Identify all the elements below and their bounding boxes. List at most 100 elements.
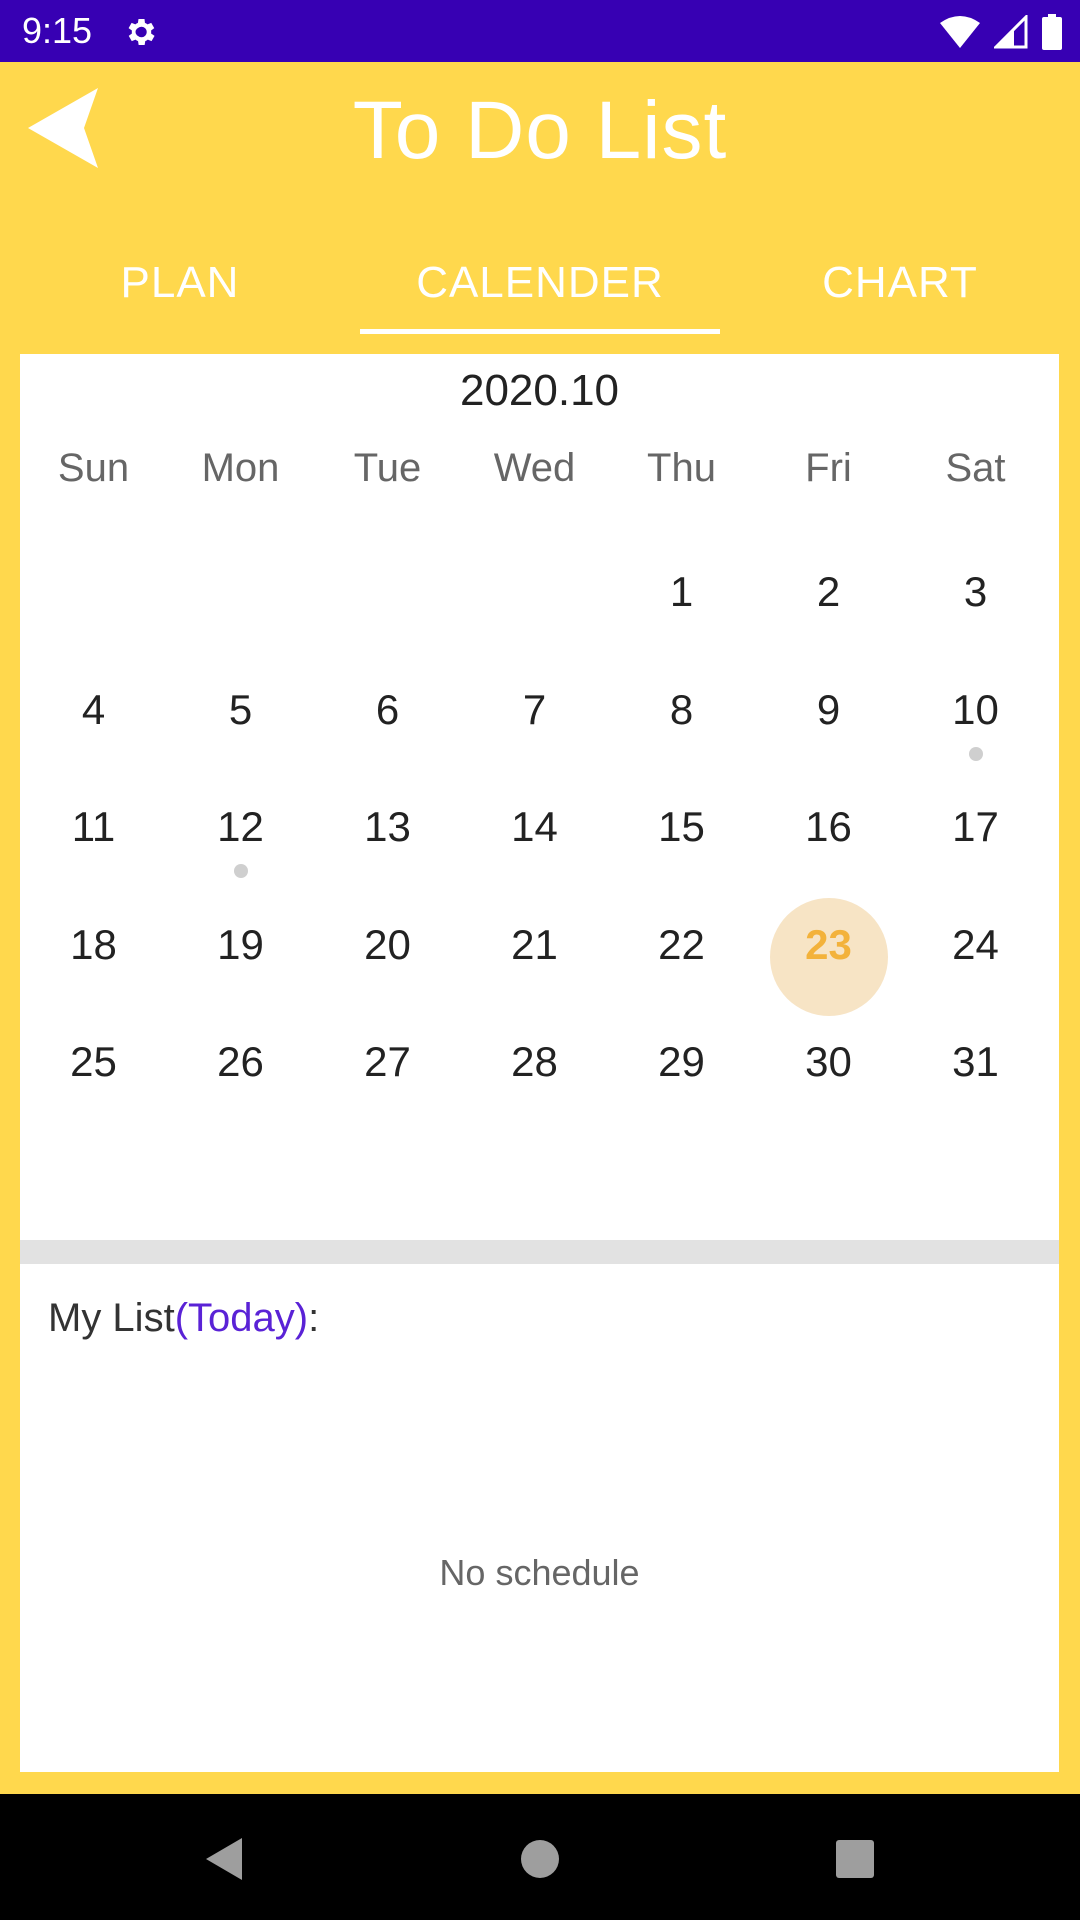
calendar-day-6[interactable]: 6 (314, 652, 461, 770)
tab-chart[interactable]: CHART (720, 238, 1080, 354)
calendar-day-17[interactable]: 17 (902, 769, 1049, 887)
tab-label: CHART (822, 258, 978, 307)
calendar-day-19[interactable]: 19 (167, 887, 314, 1005)
calendar-day-7[interactable]: 7 (461, 652, 608, 770)
calendar-empty-cell (461, 534, 608, 652)
tab-calender[interactable]: CALENDER (360, 238, 720, 354)
calendar-day-28[interactable]: 28 (461, 1004, 608, 1122)
calendar-day-4[interactable]: 4 (20, 652, 167, 770)
calendar-day-number: 6 (375, 685, 400, 733)
weekday-header: Sun Mon Tue Wed Thu Fri Sat (20, 446, 1059, 506)
calendar-day-20[interactable]: 20 (314, 887, 461, 1005)
calendar-day-number: 2 (816, 568, 841, 615)
my-list-today-label: Today (188, 1296, 295, 1340)
calendar-day-27[interactable]: 27 (314, 1004, 461, 1122)
calendar-day-number: 1 (669, 568, 694, 615)
calendar-empty-cell (167, 534, 314, 652)
month-title: 2020.10 (459, 366, 620, 415)
calendar-day-16[interactable]: 16 (755, 769, 902, 887)
back-triangle-icon[interactable] (200, 1834, 250, 1884)
calendar-day-1[interactable]: 1 (608, 534, 755, 652)
my-list-card: My List(Today): No schedule (20, 1264, 1059, 1772)
calendar-day-30[interactable]: 30 (755, 1004, 902, 1122)
calendar-day-number: 26 (217, 1038, 264, 1085)
tab-bar: PLAN CALENDER CHART (0, 238, 1080, 354)
status-bar: 9:15 (0, 0, 1080, 62)
calendar-day-23[interactable]: 23 (755, 887, 902, 1016)
calendar-week-row: 25 26 27 28 29 30 31 (20, 1004, 1059, 1122)
calendar-day-21[interactable]: 21 (461, 887, 608, 1005)
calendar-day-9[interactable]: 9 (755, 652, 902, 770)
calendar-day-31[interactable]: 31 (902, 1004, 1049, 1122)
gear-icon (122, 14, 158, 50)
signal-icon (994, 15, 1028, 49)
calendar-day-12[interactable]: 12 (167, 769, 314, 887)
calendar-day-15[interactable]: 15 (608, 769, 755, 887)
calendar-day-number: 21 (511, 920, 558, 968)
app-bar: To Do List PLAN CALENDER CHART (0, 62, 1080, 352)
my-list-close-paren-first: ) (294, 1296, 309, 1340)
calendar-day-number: 15 (658, 803, 705, 850)
calendar-day-18[interactable]: 18 (20, 887, 167, 1005)
my-list-label: My List (48, 1296, 175, 1340)
weekday-label: Sat (945, 446, 1006, 490)
calendar-day-5[interactable]: 5 (167, 652, 314, 770)
calendar-day-8[interactable]: 8 (608, 652, 755, 770)
calendar-day-11[interactable]: 11 (20, 769, 167, 887)
my-list-close: : (308, 1296, 320, 1340)
calendar-week-row: 4 5 6 7 8 9 10 (20, 652, 1059, 770)
calendar-day-number: 5 (228, 685, 253, 733)
calendar-week-row: 11 12 13 14 15 16 17 (20, 769, 1059, 887)
calendar-day-number: 11 (71, 803, 116, 850)
event-dot-indicator (233, 864, 248, 878)
calendar-day-22[interactable]: 22 (608, 887, 755, 1005)
weekday-label: Mon (201, 446, 280, 490)
recents-square-icon[interactable] (830, 1834, 880, 1884)
calendar-day-3[interactable]: 3 (902, 534, 1049, 652)
calendar-day-number: 13 (364, 803, 411, 850)
weekday-label: Tue (353, 446, 422, 490)
weekday-label: Thu (647, 446, 716, 490)
tab-active-indicator (360, 329, 720, 334)
divider (20, 1240, 1059, 1264)
calendar-day-number: 23 (805, 920, 852, 968)
calendar-day-number: 27 (364, 1038, 411, 1085)
event-dot-indicator (968, 746, 983, 761)
calendar-day-number: 4 (81, 685, 106, 733)
empty-schedule-text: No schedule (439, 1552, 640, 1593)
status-time: 9:15 (22, 10, 93, 51)
wifi-icon (940, 15, 980, 49)
my-list-open-paren: ( (174, 1296, 189, 1340)
calendar-day-10[interactable]: 10 (902, 652, 1049, 770)
calendar-day-number: 19 (217, 920, 264, 968)
calendar-day-14[interactable]: 14 (461, 769, 608, 887)
calendar-day-29[interactable]: 29 (608, 1004, 755, 1122)
battery-icon (1042, 14, 1062, 50)
weekday-label: Wed (493, 446, 576, 490)
calendar-card: 2020.10 Sun Mon Tue Wed Thu Fri Sat 1234… (20, 354, 1059, 1240)
calendar-day-number: 3 (963, 568, 988, 615)
calendar-week-row: 18 19 20 21 22 23 24 (20, 887, 1059, 1016)
calendar-day-24[interactable]: 24 (902, 887, 1049, 1005)
calendar-day-26[interactable]: 26 (167, 1004, 314, 1122)
calendar-day-number: 17 (952, 803, 999, 850)
calendar-day-number: 30 (805, 1038, 852, 1085)
calendar-empty-cell (314, 534, 461, 652)
calendar-week-row: 1 2 3 (20, 534, 1059, 652)
tab-label: CALENDER (416, 258, 664, 307)
calendar-day-number: 18 (70, 920, 117, 968)
calendar-day-2[interactable]: 2 (755, 534, 902, 652)
home-circle-icon[interactable] (515, 1834, 565, 1884)
weekday-label: Fri (805, 446, 852, 490)
calendar-day-number: 25 (70, 1038, 117, 1085)
calendar-day-number: 7 (522, 685, 547, 733)
tab-plan[interactable]: PLAN (0, 238, 360, 354)
calendar-day-13[interactable]: 13 (314, 769, 461, 887)
calendar-day-number: 22 (658, 920, 705, 968)
calendar-day-number: 9 (816, 685, 841, 733)
calendar-day-25[interactable]: 25 (20, 1004, 167, 1122)
calendar-day-number: 8 (669, 685, 694, 733)
calendar-grid: 1 2 3 4 5 6 7 8 9 10 11 12 13 14 15 16 17 18 19 20 21 22 23 24 2… (20, 534, 1059, 1122)
my-list-heading: My List(Today): (48, 1296, 319, 1341)
weekday-label: Sun (57, 446, 130, 490)
